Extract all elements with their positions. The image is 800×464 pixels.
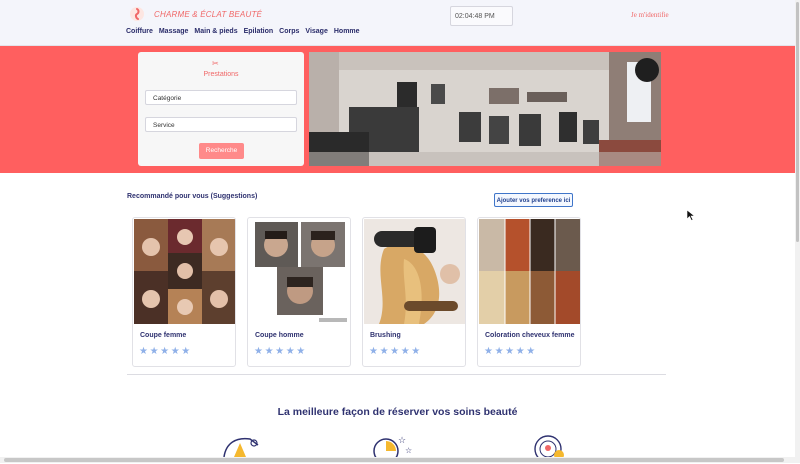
section-divider: [127, 374, 666, 375]
features-headline: La meilleure façon de réserver vos soins…: [277, 406, 518, 418]
nav-item-massage[interactable]: Massage: [159, 28, 189, 35]
horizontal-scrollbar[interactable]: [0, 457, 795, 463]
nav-item-homme[interactable]: Homme: [334, 28, 360, 35]
scrollbar-thumb[interactable]: [4, 458, 784, 462]
card-image: [479, 219, 580, 324]
search-panel-title: Prestations: [203, 71, 239, 78]
nav-item-visage[interactable]: Visage: [305, 28, 327, 35]
add-preferences-button[interactable]: Ajouter vos preference ici: [494, 193, 573, 207]
main-nav: Coiffure Massage Main & pieds Epilation …: [126, 28, 360, 35]
card-image: [364, 219, 465, 324]
vertical-scrollbar[interactable]: [795, 0, 800, 463]
scissors-icon: ✂: [212, 59, 219, 68]
mouse-cursor-icon: [686, 208, 696, 226]
rating-stars: ★★★★★: [369, 346, 422, 357]
rating-stars: ★★★★★: [484, 346, 537, 357]
nav-item-epilation[interactable]: Epilation: [244, 28, 274, 35]
service-select[interactable]: Service: [145, 117, 297, 132]
salon-photo: [309, 52, 661, 166]
card-title: Brushing: [370, 332, 401, 339]
top-navbar: [0, 0, 795, 46]
card-image: [134, 219, 235, 324]
rating-stars: ★★★★★: [139, 346, 192, 357]
rating-stars: ★★★★★: [254, 346, 307, 357]
brand-logo-icon[interactable]: [130, 7, 144, 21]
login-link[interactable]: Je m'identifie: [631, 11, 669, 19]
clock-display: 02:04:48 PM: [450, 6, 513, 26]
service-card-coupe-femme[interactable]: Coupe femme ★★★★★: [132, 217, 236, 367]
nav-item-main-pieds[interactable]: Main & pieds: [194, 28, 237, 35]
brand-name[interactable]: CHARME & ÉCLAT BEAUTÉ: [154, 10, 262, 19]
card-title: Coupe homme: [255, 332, 304, 339]
nav-item-coiffure[interactable]: Coiffure: [126, 28, 153, 35]
suggestions-title: Recommandé pour vous (Suggestions): [127, 193, 258, 200]
service-card-coloration[interactable]: Coloration cheveux femme ★★★★★: [477, 217, 581, 367]
svg-text:☆: ☆: [405, 446, 412, 455]
service-card-brushing[interactable]: Brushing ★★★★★: [362, 217, 466, 367]
card-title: Coupe femme: [140, 332, 187, 339]
search-button[interactable]: Recherche: [199, 143, 244, 159]
svg-text:☆: ☆: [398, 436, 406, 446]
scrollbar-thumb[interactable]: [796, 2, 799, 242]
category-select[interactable]: Catégorie: [145, 90, 297, 105]
service-card-coupe-homme[interactable]: Coupe homme ★★★★★: [247, 217, 351, 367]
card-title: Coloration cheveux femme: [485, 332, 575, 339]
card-image: [249, 219, 350, 324]
nav-item-corps[interactable]: Corps: [279, 28, 299, 35]
